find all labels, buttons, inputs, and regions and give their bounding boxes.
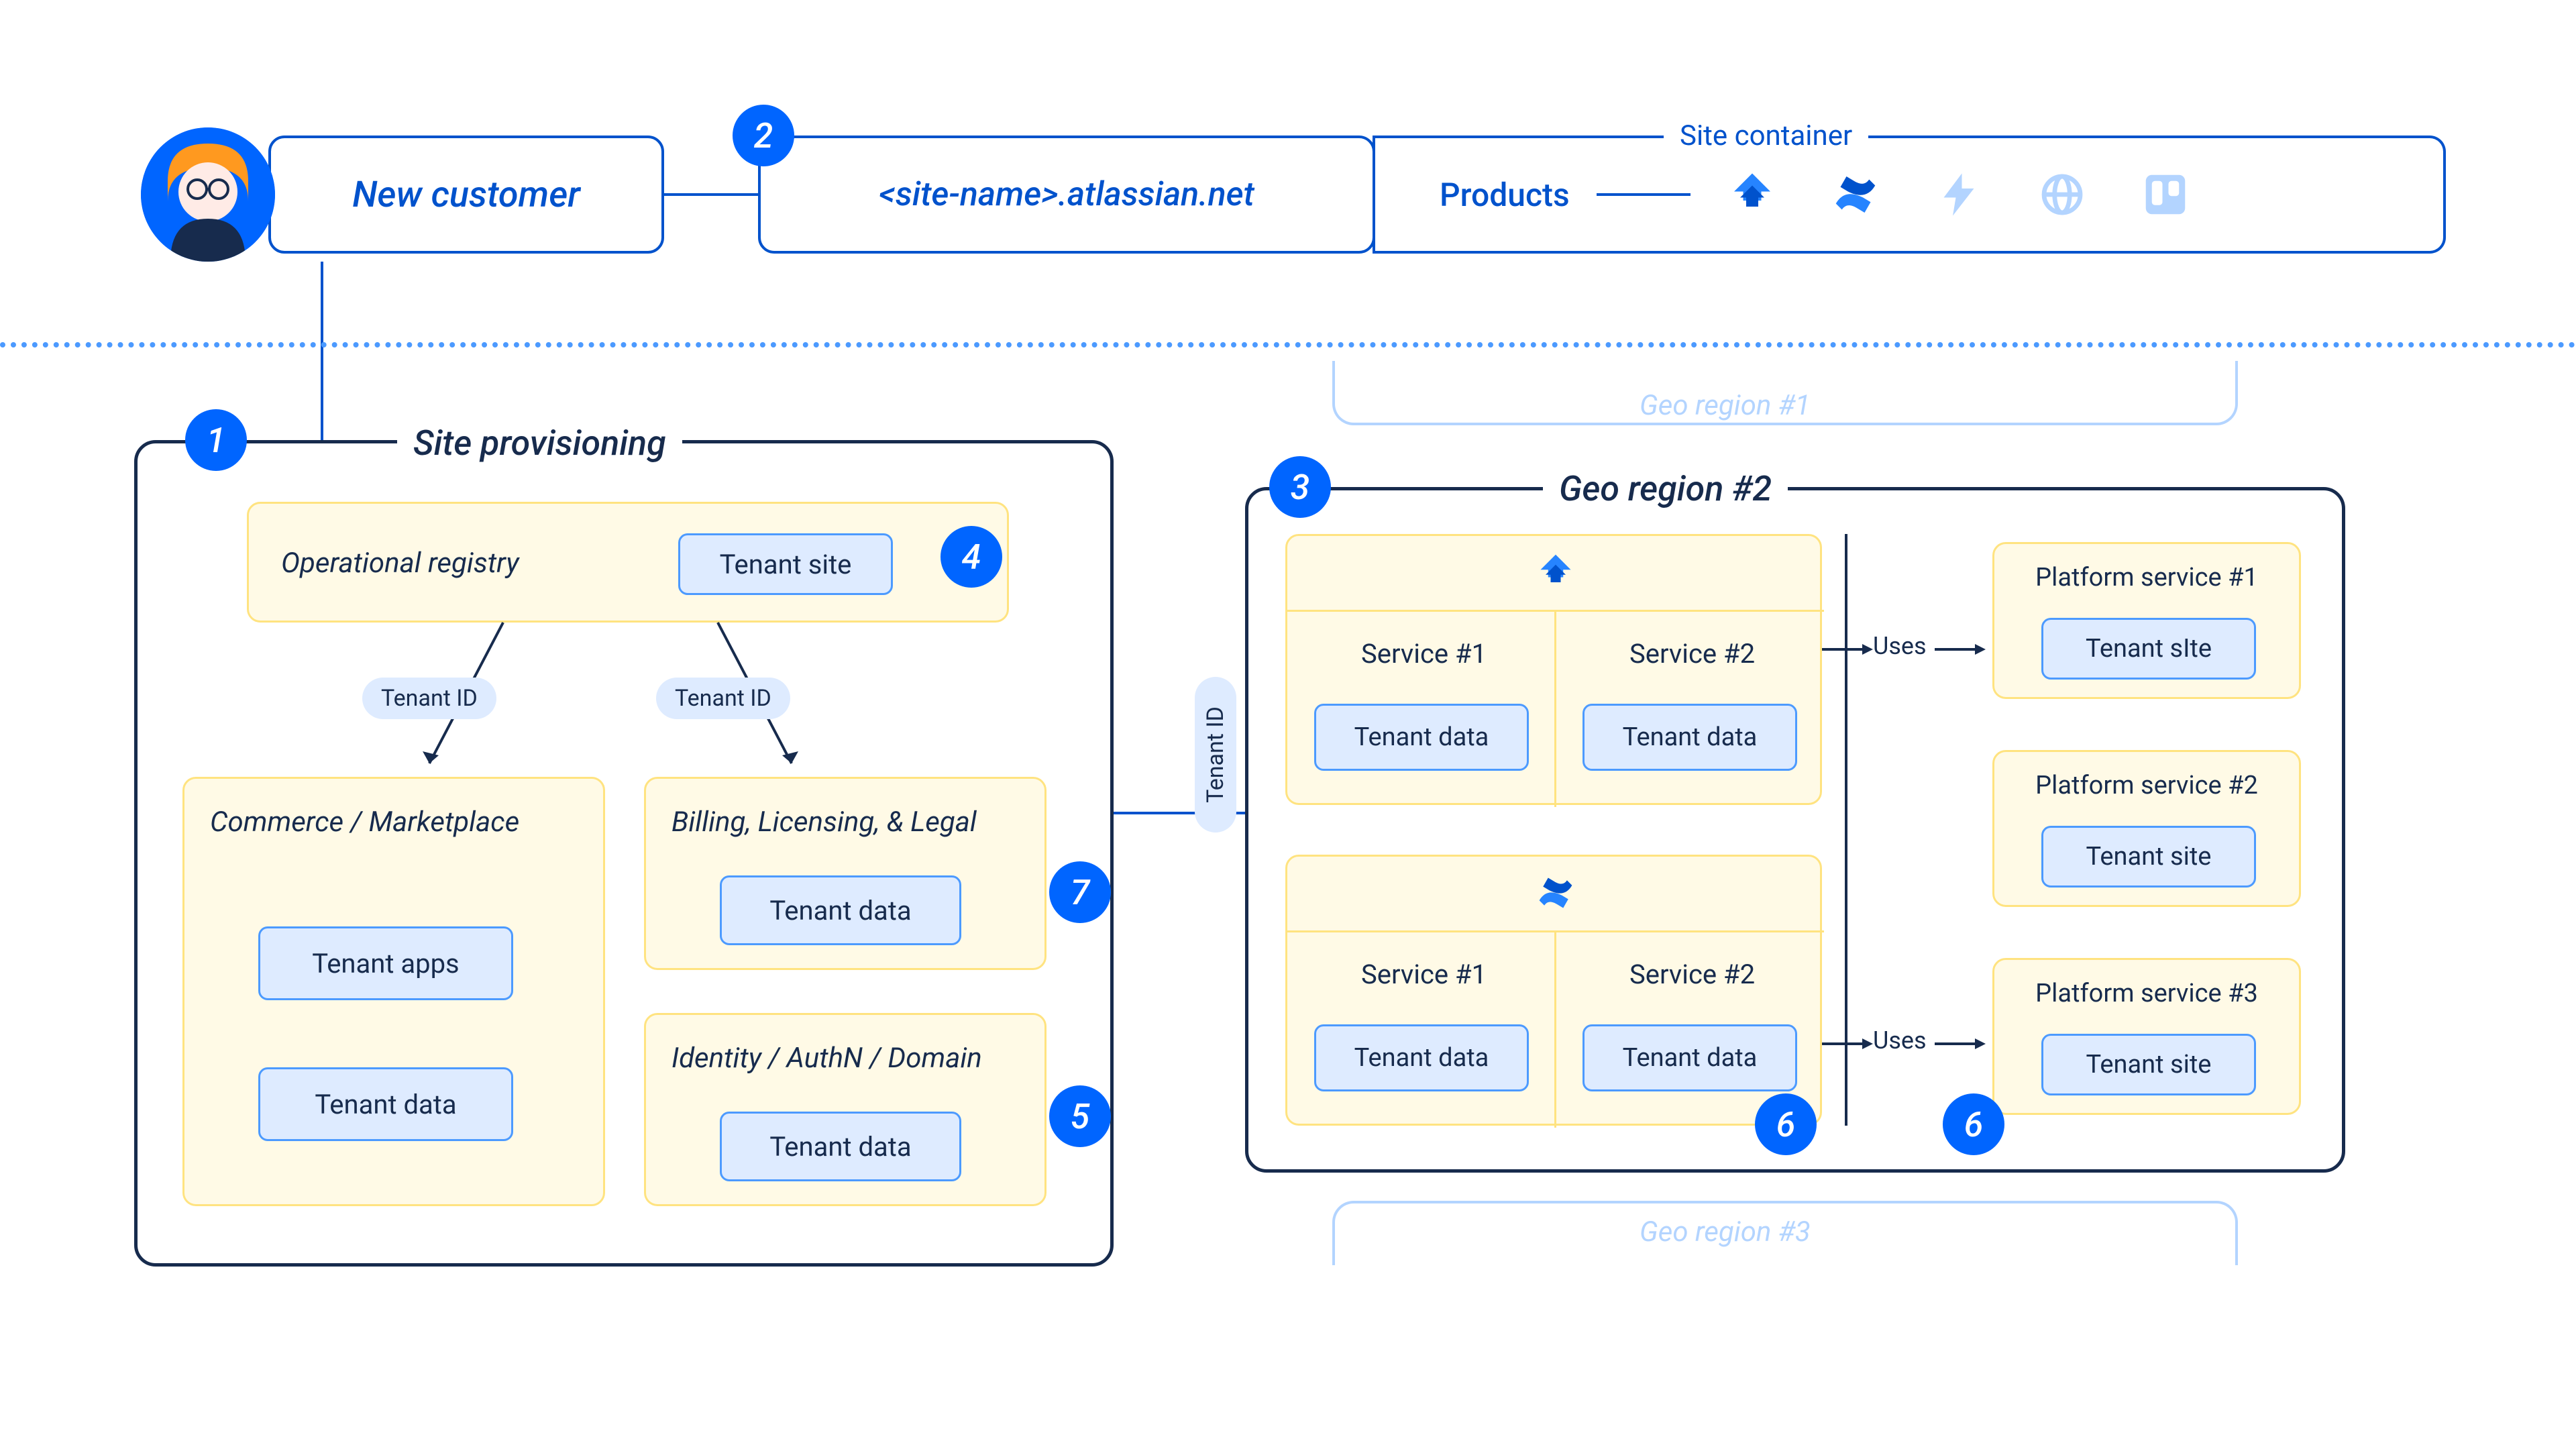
step-2: 2 xyxy=(733,105,794,166)
step-6: 6 xyxy=(1943,1093,2004,1155)
line xyxy=(1597,193,1690,196)
tenant-site-label: Tenant site xyxy=(720,549,852,580)
site-provisioning-title: Site provisioning xyxy=(397,423,682,464)
step-5: 5 xyxy=(1049,1085,1111,1147)
op-registry-title: Operational registry xyxy=(281,547,519,580)
ps1-label: Platform service #1 xyxy=(1994,563,2299,592)
confluence-services-box: Service #1 Service #2 Tenant data Tenant… xyxy=(1285,855,1822,1126)
tenant-data-box: Tenant data xyxy=(1582,704,1797,771)
step-3: 3 xyxy=(1269,456,1331,518)
divider xyxy=(1554,610,1556,807)
billing-title: Billing, Licensing, & Legal xyxy=(672,806,977,839)
service-1-label: Service #1 xyxy=(1361,638,1487,669)
identity-box: Identity / AuthN / Domain Tenant data xyxy=(644,1013,1046,1206)
new-customer-box: New customer xyxy=(268,136,664,254)
platform-service-2-box: Platform service #2 Tenant site xyxy=(1992,750,2301,907)
tenant-apps-label: Tenant apps xyxy=(312,948,459,979)
tenant-data-label: Tenant data xyxy=(315,1089,456,1120)
arrow xyxy=(1935,644,1986,655)
jira-icon xyxy=(1728,170,1776,219)
jira-services-box: Service #1 Service #2 Tenant data Tenant… xyxy=(1285,534,1822,805)
tenant-id-pill: Tenant ID xyxy=(1195,677,1236,833)
confluence-icon xyxy=(1831,170,1880,219)
site-name-box: <site-name>.atlassian.net xyxy=(758,136,1375,254)
divider xyxy=(1845,534,1847,1126)
tenant-site-box: Tenant site xyxy=(678,533,893,595)
bolt-icon xyxy=(1935,170,1983,219)
geo-region-2-title: Geo region #2 xyxy=(1543,468,1788,509)
tenant-data-box: Tenant data xyxy=(258,1067,513,1141)
uses-label: Uses xyxy=(1873,632,1927,660)
tenant-data-label: Tenant data xyxy=(1354,722,1489,752)
new-customer-label: New customer xyxy=(352,174,580,216)
step-1: 1 xyxy=(185,409,247,471)
tenant-data-box: Tenant data xyxy=(720,875,961,945)
tenant-site-label: Tenant site xyxy=(2086,1050,2212,1079)
trello-icon xyxy=(2141,170,2190,219)
service-2-label: Service #2 xyxy=(1629,638,1755,669)
step-4: 4 xyxy=(941,526,1002,588)
operational-registry-box: Operational registry Tenant site xyxy=(247,502,1009,623)
geo-region-1-label: Geo region #1 xyxy=(1623,389,1827,422)
commerce-title: Commerce / Marketplace xyxy=(210,806,519,839)
tenant-data-label: Tenant data xyxy=(769,1131,911,1163)
product-icons-row xyxy=(1728,170,2190,219)
tenant-data-label: Tenant data xyxy=(1623,722,1758,752)
site-name-label: <site-name>.atlassian.net xyxy=(879,175,1254,214)
arrow xyxy=(1822,1038,1873,1049)
products-label: Products xyxy=(1440,176,1570,214)
jira-icon xyxy=(1536,552,1576,592)
ps2-label: Platform service #2 xyxy=(1994,771,2299,800)
platform-service-1-box: Platform service #1 Tenant sIte xyxy=(1992,542,2301,699)
tenant-site-box: Tenant site xyxy=(2041,1034,2256,1095)
tenant-site-box: Tenant sIte xyxy=(2041,618,2256,680)
identity-title: Identity / AuthN / Domain xyxy=(672,1042,982,1075)
tenant-site-label: Tenant site xyxy=(2086,842,2212,871)
divider xyxy=(1373,136,1375,254)
service-1-label: Service #1 xyxy=(1361,959,1487,990)
dotted-divider xyxy=(0,342,2576,347)
step-7: 7 xyxy=(1049,861,1111,923)
tenant-data-label: Tenant data xyxy=(1623,1043,1758,1073)
service-2-label: Service #2 xyxy=(1629,959,1755,990)
divider xyxy=(1554,930,1556,1128)
confluence-icon xyxy=(1536,873,1576,913)
tenant-apps-box: Tenant apps xyxy=(258,926,513,1000)
arrow xyxy=(1935,1038,1986,1049)
tenant-data-label: Tenant data xyxy=(769,895,911,926)
connector xyxy=(321,262,323,440)
uses-label: Uses xyxy=(1873,1026,1927,1055)
billing-box: Billing, Licensing, & Legal Tenant data xyxy=(644,777,1046,970)
step-6: 6 xyxy=(1755,1093,1817,1155)
connector xyxy=(664,193,758,196)
tenant-id-pill: Tenant ID xyxy=(656,678,790,719)
tenant-data-box: Tenant data xyxy=(1314,1024,1529,1091)
avatar xyxy=(141,127,275,262)
globe-icon xyxy=(2038,170,2086,219)
commerce-box: Commerce / Marketplace Tenant apps Tenan… xyxy=(182,777,605,1206)
tenant-data-label: Tenant data xyxy=(1354,1043,1489,1073)
ps3-label: Platform service #3 xyxy=(1994,979,2299,1008)
tenant-data-box: Tenant data xyxy=(1582,1024,1797,1091)
tenant-id-pill: Tenant ID xyxy=(362,678,496,719)
geo-region-3-label: Geo region #3 xyxy=(1623,1216,1827,1248)
tenant-site-label: Tenant sIte xyxy=(2086,634,2212,663)
site-container-title: Site container xyxy=(1664,119,1868,152)
arrow xyxy=(1822,644,1873,655)
tenant-data-box: Tenant data xyxy=(1314,704,1529,771)
tenant-site-box: Tenant site xyxy=(2041,826,2256,888)
platform-service-3-box: Platform service #3 Tenant site xyxy=(1992,958,2301,1115)
tenant-data-box: Tenant data xyxy=(720,1112,961,1181)
